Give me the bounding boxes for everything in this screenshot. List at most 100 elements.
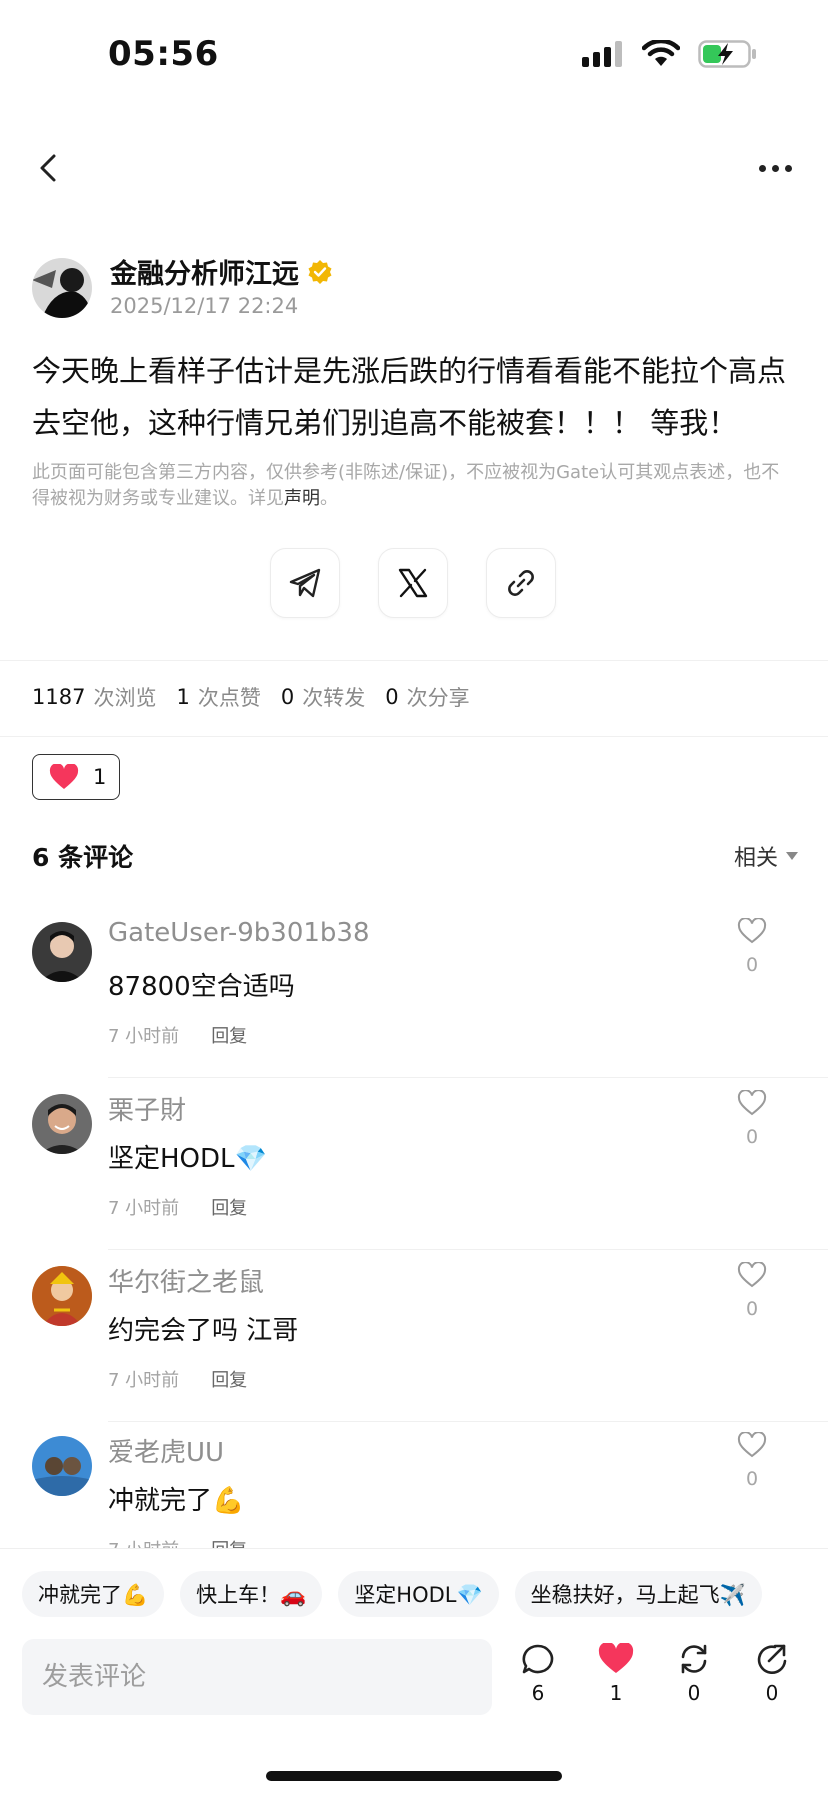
comments-header: 6 条评论 相关 <box>32 838 798 878</box>
battery-charging-icon <box>698 40 756 68</box>
quick-reply-chip[interactable]: 快上车！🚗 <box>180 1571 323 1617</box>
like-button[interactable]: 1 <box>32 754 120 800</box>
comment-divider <box>108 1249 828 1250</box>
sort-label: 相关 <box>733 846 778 871</box>
top-nav <box>0 140 828 200</box>
shares-label: 次分享 <box>406 686 470 710</box>
commenter-name[interactable]: 栗子財 <box>108 1090 186 1127</box>
quick-replies: 冲就完了💪 快上车！🚗 坚定HODL💎 坐稳扶好，马上起飞✈️ <box>22 1571 762 1617</box>
share-action-count: 0 <box>765 1681 779 1705</box>
commenter-name[interactable]: 爱老虎UU <box>108 1432 224 1469</box>
heart-outline-icon <box>737 917 767 944</box>
comment-meta: 7 小时前 回复 <box>108 1536 247 1548</box>
more-dot-icon <box>784 164 792 172</box>
disclaimer-link[interactable]: 声明 <box>284 488 320 509</box>
like-count: 1 <box>93 765 107 789</box>
reposts-label: 次转发 <box>302 686 366 710</box>
post-text: 今天晚上看样子估计是先涨后跌的行情看看能不能拉个高点去空他，这种行情兄弟们别追高… <box>32 354 787 440</box>
repost-action-button[interactable]: 0 <box>676 1643 712 1705</box>
comment-time: 7 小时前 <box>108 1198 180 1219</box>
share-x-button[interactable] <box>378 548 448 618</box>
commenter-avatar[interactable] <box>32 1094 92 1154</box>
author-name-text: 金融分析师江远 <box>110 259 299 290</box>
like-action-count: 1 <box>609 1681 623 1705</box>
comment-like-button[interactable]: 0 <box>732 1432 772 1490</box>
comment-time: 7 小时前 <box>108 1370 180 1391</box>
quick-reply-chip[interactable]: 坚定HODL💎 <box>338 1571 499 1617</box>
comment-text: 坚定HODL💎 <box>108 1144 267 1174</box>
post-stats: 1187 次浏览 1 次点赞 0 次转发 0 次分享 <box>32 682 490 712</box>
comment-bubble-icon <box>522 1644 554 1674</box>
comment-item: 华尔街之老鼠 约完会了吗 江哥 7 小时前 回复 0 <box>32 1261 828 1422</box>
comment-input[interactable] <box>22 1639 492 1715</box>
post-timestamp: 2025/12/17 22:24 <box>110 294 299 318</box>
comment-time: 7 小时前 <box>108 1026 180 1047</box>
post-actions: 6 1 0 0 <box>520 1643 790 1705</box>
disclaimer-text: 此页面可能包含第三方内容，仅供参考(非陈述/保证)，不应被视为Gate认可其观点… <box>32 462 780 509</box>
disclaimer: 此页面可能包含第三方内容，仅供参考(非陈述/保证)，不应被视为Gate认可其观点… <box>32 460 792 512</box>
bottom-comment-panel: 冲就完了💪 快上车！🚗 坚定HODL💎 坐稳扶好，马上起飞✈️ 6 1 0 <box>0 1548 828 1795</box>
comment-time: 7 小时前 <box>108 1536 179 1548</box>
comment-like-count: 0 <box>745 1126 759 1148</box>
post-author: 金融分析师江远 2025/12/17 22:24 <box>32 252 792 322</box>
more-options-button[interactable] <box>750 148 800 188</box>
share-telegram-button[interactable] <box>270 548 340 618</box>
commenter-avatar[interactable] <box>32 922 92 982</box>
divider <box>0 736 828 737</box>
views-label: 次浏览 <box>93 686 157 710</box>
share-row <box>270 548 556 618</box>
telegram-icon <box>289 568 321 598</box>
cellular-signal-icon <box>582 41 622 67</box>
share-action-button[interactable]: 0 <box>754 1643 790 1705</box>
repost-icon <box>681 1644 707 1674</box>
caret-down-icon <box>786 852 798 860</box>
comment-action-button[interactable]: 6 <box>520 1643 556 1705</box>
disclaimer-end: 。 <box>320 488 338 509</box>
repost-action-count: 0 <box>687 1681 701 1705</box>
quick-reply-chip[interactable]: 坐稳扶好，马上起飞✈️ <box>514 1571 762 1617</box>
heart-outline-icon <box>737 1089 767 1116</box>
comment-like-button[interactable]: 0 <box>732 1261 772 1320</box>
comment-item: 爱老虎UU 冲就完了💪 7 小时前 回复 0 <box>32 1432 828 1548</box>
commenter-name[interactable]: GateUser-9b301b38 <box>108 918 370 948</box>
comment-like-button[interactable]: 0 <box>732 1089 772 1148</box>
commenter-name[interactable]: 华尔街之老鼠 <box>108 1262 264 1299</box>
comment-divider <box>108 1421 828 1422</box>
comment-text: 冲就完了💪 <box>108 1486 245 1516</box>
shares-count: 0 <box>385 685 399 709</box>
author-name[interactable]: 金融分析师江远 <box>110 252 333 291</box>
reposts-count: 0 <box>280 685 295 709</box>
status-time: 05:56 <box>108 34 219 74</box>
reply-button[interactable]: 回复 <box>211 1194 247 1220</box>
commenter-avatar[interactable] <box>32 1436 92 1496</box>
heart-outline-icon <box>737 1261 767 1288</box>
status-bar: 05:56 <box>0 0 828 110</box>
heart-outline-icon <box>737 1432 767 1458</box>
comment-meta: 7 小时前 回复 <box>108 1022 247 1048</box>
comment-like-count: 0 <box>745 954 759 976</box>
wifi-icon <box>642 40 680 66</box>
comment-like-button[interactable]: 0 <box>732 917 772 976</box>
home-indicator <box>266 1771 562 1781</box>
sort-dropdown[interactable]: 相关 <box>734 840 798 872</box>
comment-text: 约完会了吗 江哥 <box>108 1316 299 1346</box>
back-button[interactable] <box>28 148 68 188</box>
link-icon <box>508 570 534 596</box>
reply-button[interactable]: 回复 <box>211 1366 247 1392</box>
comment-like-count: 0 <box>745 1298 759 1320</box>
copy-link-button[interactable] <box>486 548 556 618</box>
commenter-avatar[interactable] <box>32 1266 92 1326</box>
quick-reply-chip[interactable]: 冲就完了💪 <box>22 1571 165 1617</box>
reply-button[interactable]: 回复 <box>211 1536 247 1548</box>
views-count: 1187 <box>32 685 86 709</box>
status-icons <box>582 40 758 68</box>
comment-action-count: 6 <box>531 1681 545 1705</box>
divider <box>0 660 828 661</box>
more-dot-icon <box>771 164 779 172</box>
comment-text: 87800空合适吗 <box>108 972 295 1002</box>
likes-label: 次点赞 <box>197 686 261 710</box>
like-action-button[interactable]: 1 <box>598 1643 634 1705</box>
reply-button[interactable]: 回复 <box>211 1022 247 1048</box>
x-logo-icon <box>398 568 428 598</box>
author-avatar[interactable] <box>32 258 92 318</box>
